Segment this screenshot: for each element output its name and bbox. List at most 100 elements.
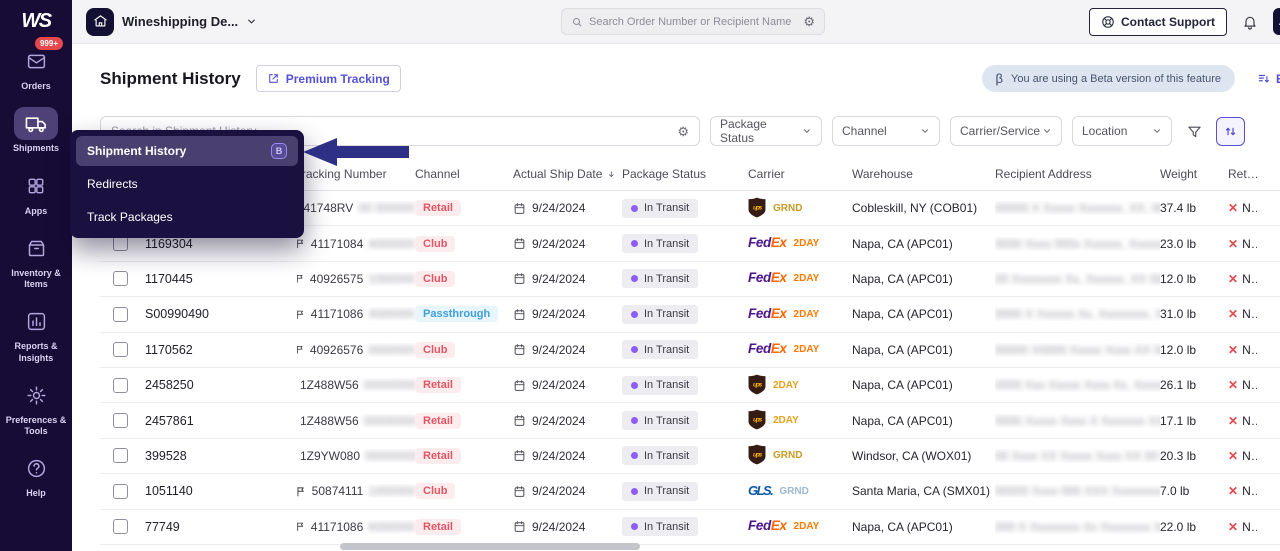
status-dot [631,275,638,283]
sidebar-item-preferences-tools[interactable]: Preferences & Tools [2,379,70,438]
chevron-down-icon [1044,129,1050,133]
returns-cell: ✕ No [1228,307,1258,322]
horizontal-scrollbar[interactable] [340,543,640,550]
chevron-down-icon [246,16,257,27]
returns-cell: ✕ No [1228,413,1258,428]
export-icon [1257,72,1271,86]
table-row[interactable]: 2458250 1Z488W56 00000000 Retail 9/24/2024 In… [100,367,1280,404]
calendar-icon [514,238,525,249]
row-checkbox[interactable] [113,519,128,535]
carrier-cell: Fed Ex 2DAY [748,260,852,297]
ship-date-cell: 9/24/2024 [513,343,622,357]
service-level: GRND [773,202,803,214]
row-checkbox[interactable] [113,342,128,358]
col-tracking-number[interactable]: Tracking Number [295,167,415,181]
weight-cell: 22.0 lb [1160,519,1197,534]
col-label: Actual Ship Date [513,167,603,181]
advanced-filter-funnel-icon[interactable] [1182,117,1206,145]
col-package-status[interactable]: Package Status [622,167,748,181]
returns-cell: ✕ No [1228,519,1258,534]
status-badge: In Transit [622,481,699,501]
row-checkbox[interactable] [113,413,128,429]
status-dot [631,310,638,318]
status-dot [631,204,638,212]
col-warehouse[interactable]: Warehouse [852,167,995,181]
row-checkbox[interactable] [113,377,128,393]
table-row[interactable]: S00990490 41171086 4000000 Passthrough 9/24/… [100,297,1280,333]
global-search-input[interactable] [589,15,798,28]
menu-item-shipment-history[interactable]: Shipment History B [76,136,298,166]
row-checkbox[interactable] [113,483,128,499]
sidebar-item-reports-insights[interactable]: Reports & Insights [2,305,70,364]
shipments-truck-icon [14,107,58,141]
search-settings-gear-icon[interactable]: ⚙ [677,125,689,138]
chevron-down-icon [1154,129,1160,133]
ship-date-cell: 9/24/2024 [513,520,622,534]
service-level: 2DAY [793,273,820,285]
table-row[interactable]: 1170562 40926576 0000000 Club 9/24/2024 In Tr… [100,332,1280,368]
beta-notice: β You are using a Beta version of this f… [981,65,1235,92]
table-row[interactable]: 77749 41171086 6000000 Retail 9/24/2024 In Tr… [100,509,1280,545]
carrier-logo-ups: ups [748,409,766,430]
col-recipient-address[interactable]: Recipient Address [995,167,1160,181]
annotation-arrow [303,138,409,166]
package-status-filter[interactable]: Package Status [710,116,822,146]
sidebar-item-help[interactable]: Help [2,452,70,499]
col-channel[interactable]: Channel [415,167,513,181]
table-row[interactable]: 1051140 50874111 1000000 Club 9/24/2024 In Tr… [100,474,1280,510]
col-weight[interactable]: Weight [1160,167,1228,181]
status-badge: In Transit [622,446,699,466]
service-level: 2DAY [793,308,820,320]
premium-tracking-button[interactable]: Premium Tracking [255,65,401,92]
user-avatar[interactable]: AS [1273,8,1280,35]
calendar-icon [514,308,525,320]
service-level: 2DAY [793,238,820,250]
col-returns[interactable]: Returns [1228,167,1268,181]
redacted-address: 00000 X Xxxxx Xxxxxxx, XX, 00... [995,201,1160,216]
status-cell: In Transit [622,304,748,324]
redacted-address: 000 X Xxxxxxxx Xx Xxxxxxxx Xx... [995,519,1160,534]
carrier-logo-ups-icon: ups [748,197,766,218]
contact-support-button[interactable]: Contact Support [1089,7,1227,36]
channel-cell: Retail [415,518,513,535]
table-row[interactable]: 2457861 1Z488W56 00000000 Retail 9/24/2024 In… [100,403,1280,439]
row-checkbox[interactable] [113,236,128,252]
carrier-logo-fedex: Fed Ex [748,518,787,534]
calendar-icon [514,344,525,356]
channel-cell: Retail [415,412,513,429]
table-row[interactable]: 1170445 40926575 1000000 Club 9/24/2024 In Tr… [100,260,1280,298]
col-carrier[interactable]: Carrier [748,167,852,181]
ship-date-cell: 9/24/2024 [513,237,622,251]
channel-filter[interactable]: Channel [832,116,940,146]
warehouse-cell: Napa, CA (APC01) [852,307,953,322]
row-checkbox[interactable] [113,448,128,464]
global-search[interactable]: ⚙ [561,8,825,35]
status-badge: In Transit [622,269,699,289]
ship-date-cell: 9/24/2024 [513,378,622,392]
sort-order-button[interactable] [1216,116,1245,146]
account-switcher[interactable]: Wineshipping De... [86,7,257,36]
sidebar-item-inventory-items[interactable]: Inventory & Items [2,232,70,291]
chevron-down-icon [922,129,928,133]
table-row[interactable]: 399528 1Z9YW080 00000000 Retail 9/24/2024 In … [100,438,1280,475]
menu-item-redirects[interactable]: Redirects [76,169,298,199]
row-checkbox[interactable] [113,271,128,287]
sidebar-item-shipments[interactable]: Shipments [2,107,70,154]
sidebar-item-orders[interactable]: 999+ Orders [2,37,70,92]
export-button[interactable]: Export [1257,72,1280,86]
recipient-address-cell: 000 X Xxxxxxxx Xx Xxxxxxxx Xx... [995,520,1160,534]
status-badge: In Transit [622,411,699,431]
row-checkbox[interactable] [113,306,128,322]
location-filter[interactable]: Location [1072,116,1172,146]
notifications-bell-icon[interactable] [1242,14,1258,30]
warehouse-cell: Napa, CA (APC01) [852,378,953,393]
returns-cell: ✕ No [1228,484,1258,499]
menu-item-track-packages[interactable]: Track Packages [76,202,298,232]
col-actual-ship-date[interactable]: Actual Ship Date [513,167,622,181]
search-settings-gear-icon[interactable]: ⚙ [803,15,815,28]
ship-date-cell: 9/24/2024 [513,272,622,286]
service-level: GRND [779,485,809,497]
sidebar-item-apps[interactable]: Apps [2,170,70,217]
status-badge: In Transit [622,340,699,360]
carrier-service-filter[interactable]: Carrier/Service [950,116,1062,146]
